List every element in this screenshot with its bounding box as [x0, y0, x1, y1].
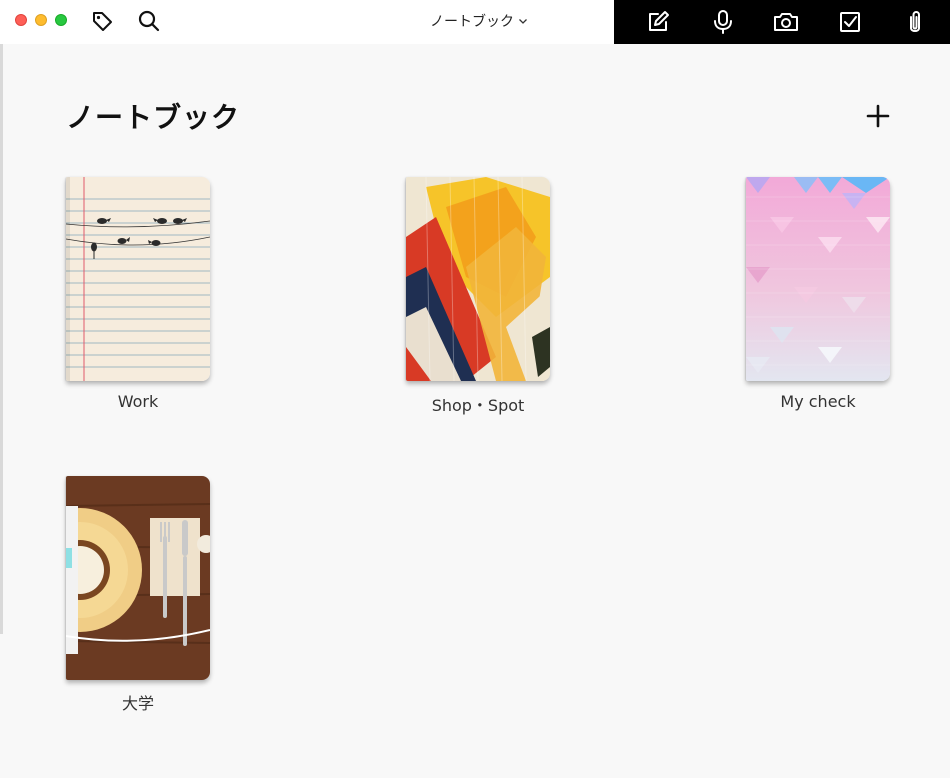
note-toolbar — [614, 0, 950, 44]
window-title: ノートブック — [430, 14, 514, 30]
notebook-cover-work[interactable] — [66, 177, 210, 381]
notebook-label-work: Work — [117, 392, 159, 411]
page-title: ノートブック — [66, 101, 241, 134]
close-window-button[interactable] — [15, 14, 27, 26]
notebook-title-menu[interactable]: ノートブック — [430, 10, 528, 32]
checkbox-icon[interactable] — [836, 8, 864, 36]
window-edge — [0, 44, 3, 634]
plus-icon[interactable] — [864, 102, 892, 130]
paperclip-icon[interactable] — [901, 8, 929, 36]
search-icon[interactable] — [137, 9, 161, 33]
microphone-icon[interactable] — [709, 8, 737, 36]
compose-icon[interactable] — [644, 8, 672, 36]
notebook-label-shop-spot: Shop・Spot — [431, 396, 525, 415]
minimize-window-button[interactable] — [35, 14, 47, 26]
notebook-label-university: 大学 — [121, 694, 154, 713]
maximize-window-button[interactable] — [55, 14, 67, 26]
notebook-cover-university[interactable] — [66, 476, 210, 680]
chevron-down-icon — [519, 19, 527, 24]
camera-icon[interactable] — [772, 8, 800, 36]
title-bar: ノートブック — [0, 0, 950, 44]
tag-icon[interactable] — [90, 9, 114, 33]
notebook-cover-my-check[interactable] — [746, 177, 890, 381]
notebook-cover-shop-spot[interactable] — [406, 177, 550, 381]
notebook-label-my-check: My check — [780, 392, 856, 411]
